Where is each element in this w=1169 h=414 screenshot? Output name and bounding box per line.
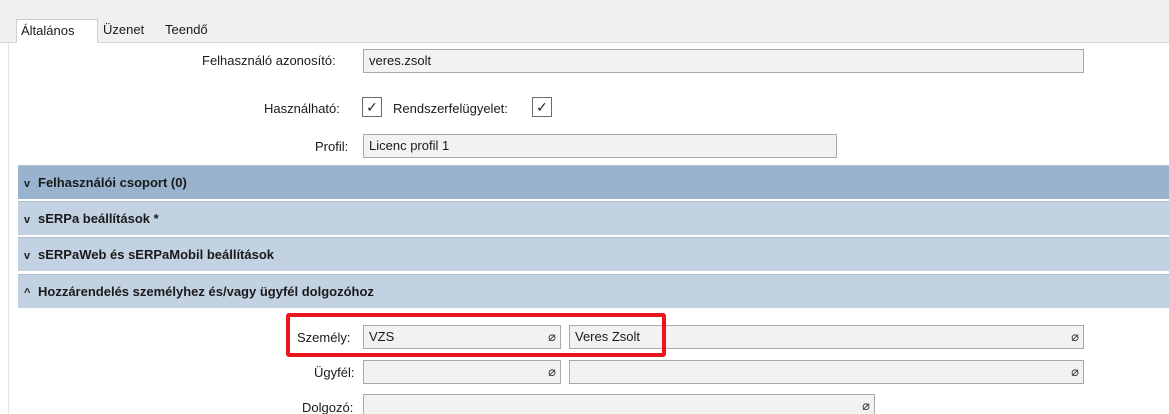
user-id-field[interactable]: veres.zsolt [363,49,1084,73]
section-assignment[interactable]: ^ Hozzárendelés személyhez és/vagy ügyfél… [18,274,1169,308]
profile-field[interactable]: Licenc profil 1 [363,134,837,158]
section-serpa-settings[interactable]: v sERPa beállítások * [18,201,1169,235]
paperclip-icon[interactable]: ⌀ [1071,361,1079,383]
client-name-field[interactable]: ⌀ [569,360,1084,384]
profile-label: Profil: [315,139,349,154]
user-id-label: Felhasználó azonosító: [202,53,336,68]
paperclip-icon[interactable]: ⌀ [548,361,556,383]
panel-left-border [8,43,9,414]
employee-field[interactable]: ⌀ [363,394,875,414]
checkmark-icon: ✓ [536,99,548,115]
tab-bar: Általános Üzenet Teendő [0,10,1169,43]
sysadmin-label: Rendszerfelügyelet: [393,101,508,116]
tab-teendo[interactable]: Teendő [161,19,224,43]
general-panel: Felhasználó azonosító: veres.zsolt Haszn… [0,43,1169,414]
sysadmin-checkbox[interactable]: ✓ [532,97,552,117]
chevron-down-icon: v [24,178,31,190]
chevron-down-icon: v [24,214,31,226]
paperclip-icon[interactable]: ⌀ [862,395,870,414]
paperclip-icon[interactable]: ⌀ [1071,326,1079,348]
client-label: Ügyfél: [314,365,355,380]
section-title: sERPaWeb és sERPaMobil beállítások [38,247,275,262]
section-title: Hozzárendelés személyhez és/vagy ügyfél … [38,284,374,299]
chevron-down-icon: v [24,250,31,262]
usable-label: Használható: [264,101,340,116]
employee-label: Dolgozó: [302,400,354,414]
highlight-box [286,313,666,357]
section-serpaweb-mobile-settings[interactable]: v sERPaWeb és sERPaMobil beállítások [18,237,1169,271]
section-user-group[interactable]: v Felhasználói csoport (0) [18,165,1169,199]
checkmark-icon: ✓ [366,99,378,115]
window-top-strip [0,0,1169,10]
chevron-up-icon: ^ [24,287,31,299]
tab-uzenet[interactable]: Üzenet [99,19,158,43]
client-code-field[interactable]: ⌀ [363,360,561,384]
tab-altalanos[interactable]: Általános [16,19,98,43]
usable-checkbox[interactable]: ✓ [362,97,382,117]
section-title: sERPa beállítások * [38,211,159,226]
section-title: Felhasználói csoport (0) [38,175,187,190]
